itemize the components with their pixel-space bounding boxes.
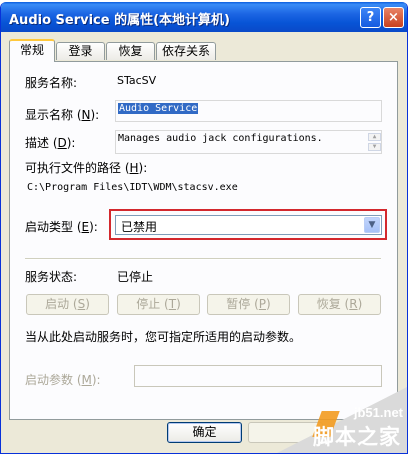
pause-button[interactable]: 暂停 (P) — [207, 294, 290, 315]
start-button[interactable]: 启动 (S) — [26, 294, 109, 315]
tab-logon[interactable]: 登录 — [56, 42, 105, 60]
description-label: 描述 (D): — [25, 136, 76, 150]
tab-recovery[interactable]: 恢复 — [106, 42, 155, 60]
display-name-label: 显示名称 (N): — [25, 108, 100, 122]
startup-type-label: 启动类型 (E): — [25, 220, 98, 234]
close-icon: × — [388, 10, 399, 25]
general-panel: 服务名称: STacSV 显示名称 (N): Audio Service 描述 … — [9, 61, 398, 420]
display-name-value: Audio Service — [118, 103, 199, 114]
properties-dialog: Audio Service 的属性(本地计算机) ? × 常规 登录 恢复 依存… — [0, 2, 408, 454]
title-bar[interactable]: Audio Service 的属性(本地计算机) ? × — [1, 2, 407, 32]
tab-general[interactable]: 常规 — [9, 39, 55, 62]
service-name-value: STacSV — [117, 74, 157, 87]
tab-dependencies[interactable]: 依存关系 — [156, 42, 216, 60]
help-button[interactable]: ? — [360, 7, 381, 28]
stop-button[interactable]: 停止 (T) — [117, 294, 200, 315]
hint-text: 当从此处启动服务时，您可指定所适用的启动参数。 — [25, 330, 302, 344]
startup-type-value: 已禁用 — [121, 220, 158, 234]
status-label: 服务状态: — [25, 270, 78, 284]
ok-button[interactable]: 确定 — [167, 422, 242, 443]
path-field[interactable]: C:\Program Files\IDT\WDM\stacsv.exe — [25, 180, 382, 200]
service-name-label: 服务名称: — [25, 76, 78, 90]
watermark-site: jb51.net — [353, 405, 403, 420]
resume-button[interactable]: 恢复 (R) — [298, 294, 381, 315]
display-name-field[interactable]: Audio Service — [115, 100, 382, 122]
description-field[interactable]: Manages audio jack configurations. ▲ ▼ — [115, 130, 382, 154]
path-label: 可执行文件的路径 (H): — [25, 161, 148, 175]
startup-type-select[interactable]: 已禁用 ▼ — [115, 215, 382, 235]
params-input[interactable] — [134, 365, 382, 387]
chevron-down-icon[interactable]: ▼ — [364, 217, 380, 233]
path-value: C:\Program Files\IDT\WDM\stacsv.exe — [27, 182, 238, 193]
watermark-name: 脚本之家 — [313, 425, 401, 449]
scroll-down-icon[interactable]: ▼ — [368, 143, 381, 151]
window-title: Audio Service 的属性(本地计算机) — [9, 13, 230, 28]
close-button[interactable]: × — [383, 7, 404, 28]
divider — [25, 258, 381, 260]
watermark: jb51.net 脚本之家 — [277, 387, 407, 453]
help-icon: ? — [366, 10, 375, 25]
status-value: 已停止 — [117, 270, 154, 284]
description-value: Manages audio jack configurations. — [118, 133, 323, 144]
scroll-up-icon[interactable]: ▲ — [368, 133, 381, 141]
params-label: 启动参数 (M): — [25, 373, 101, 387]
